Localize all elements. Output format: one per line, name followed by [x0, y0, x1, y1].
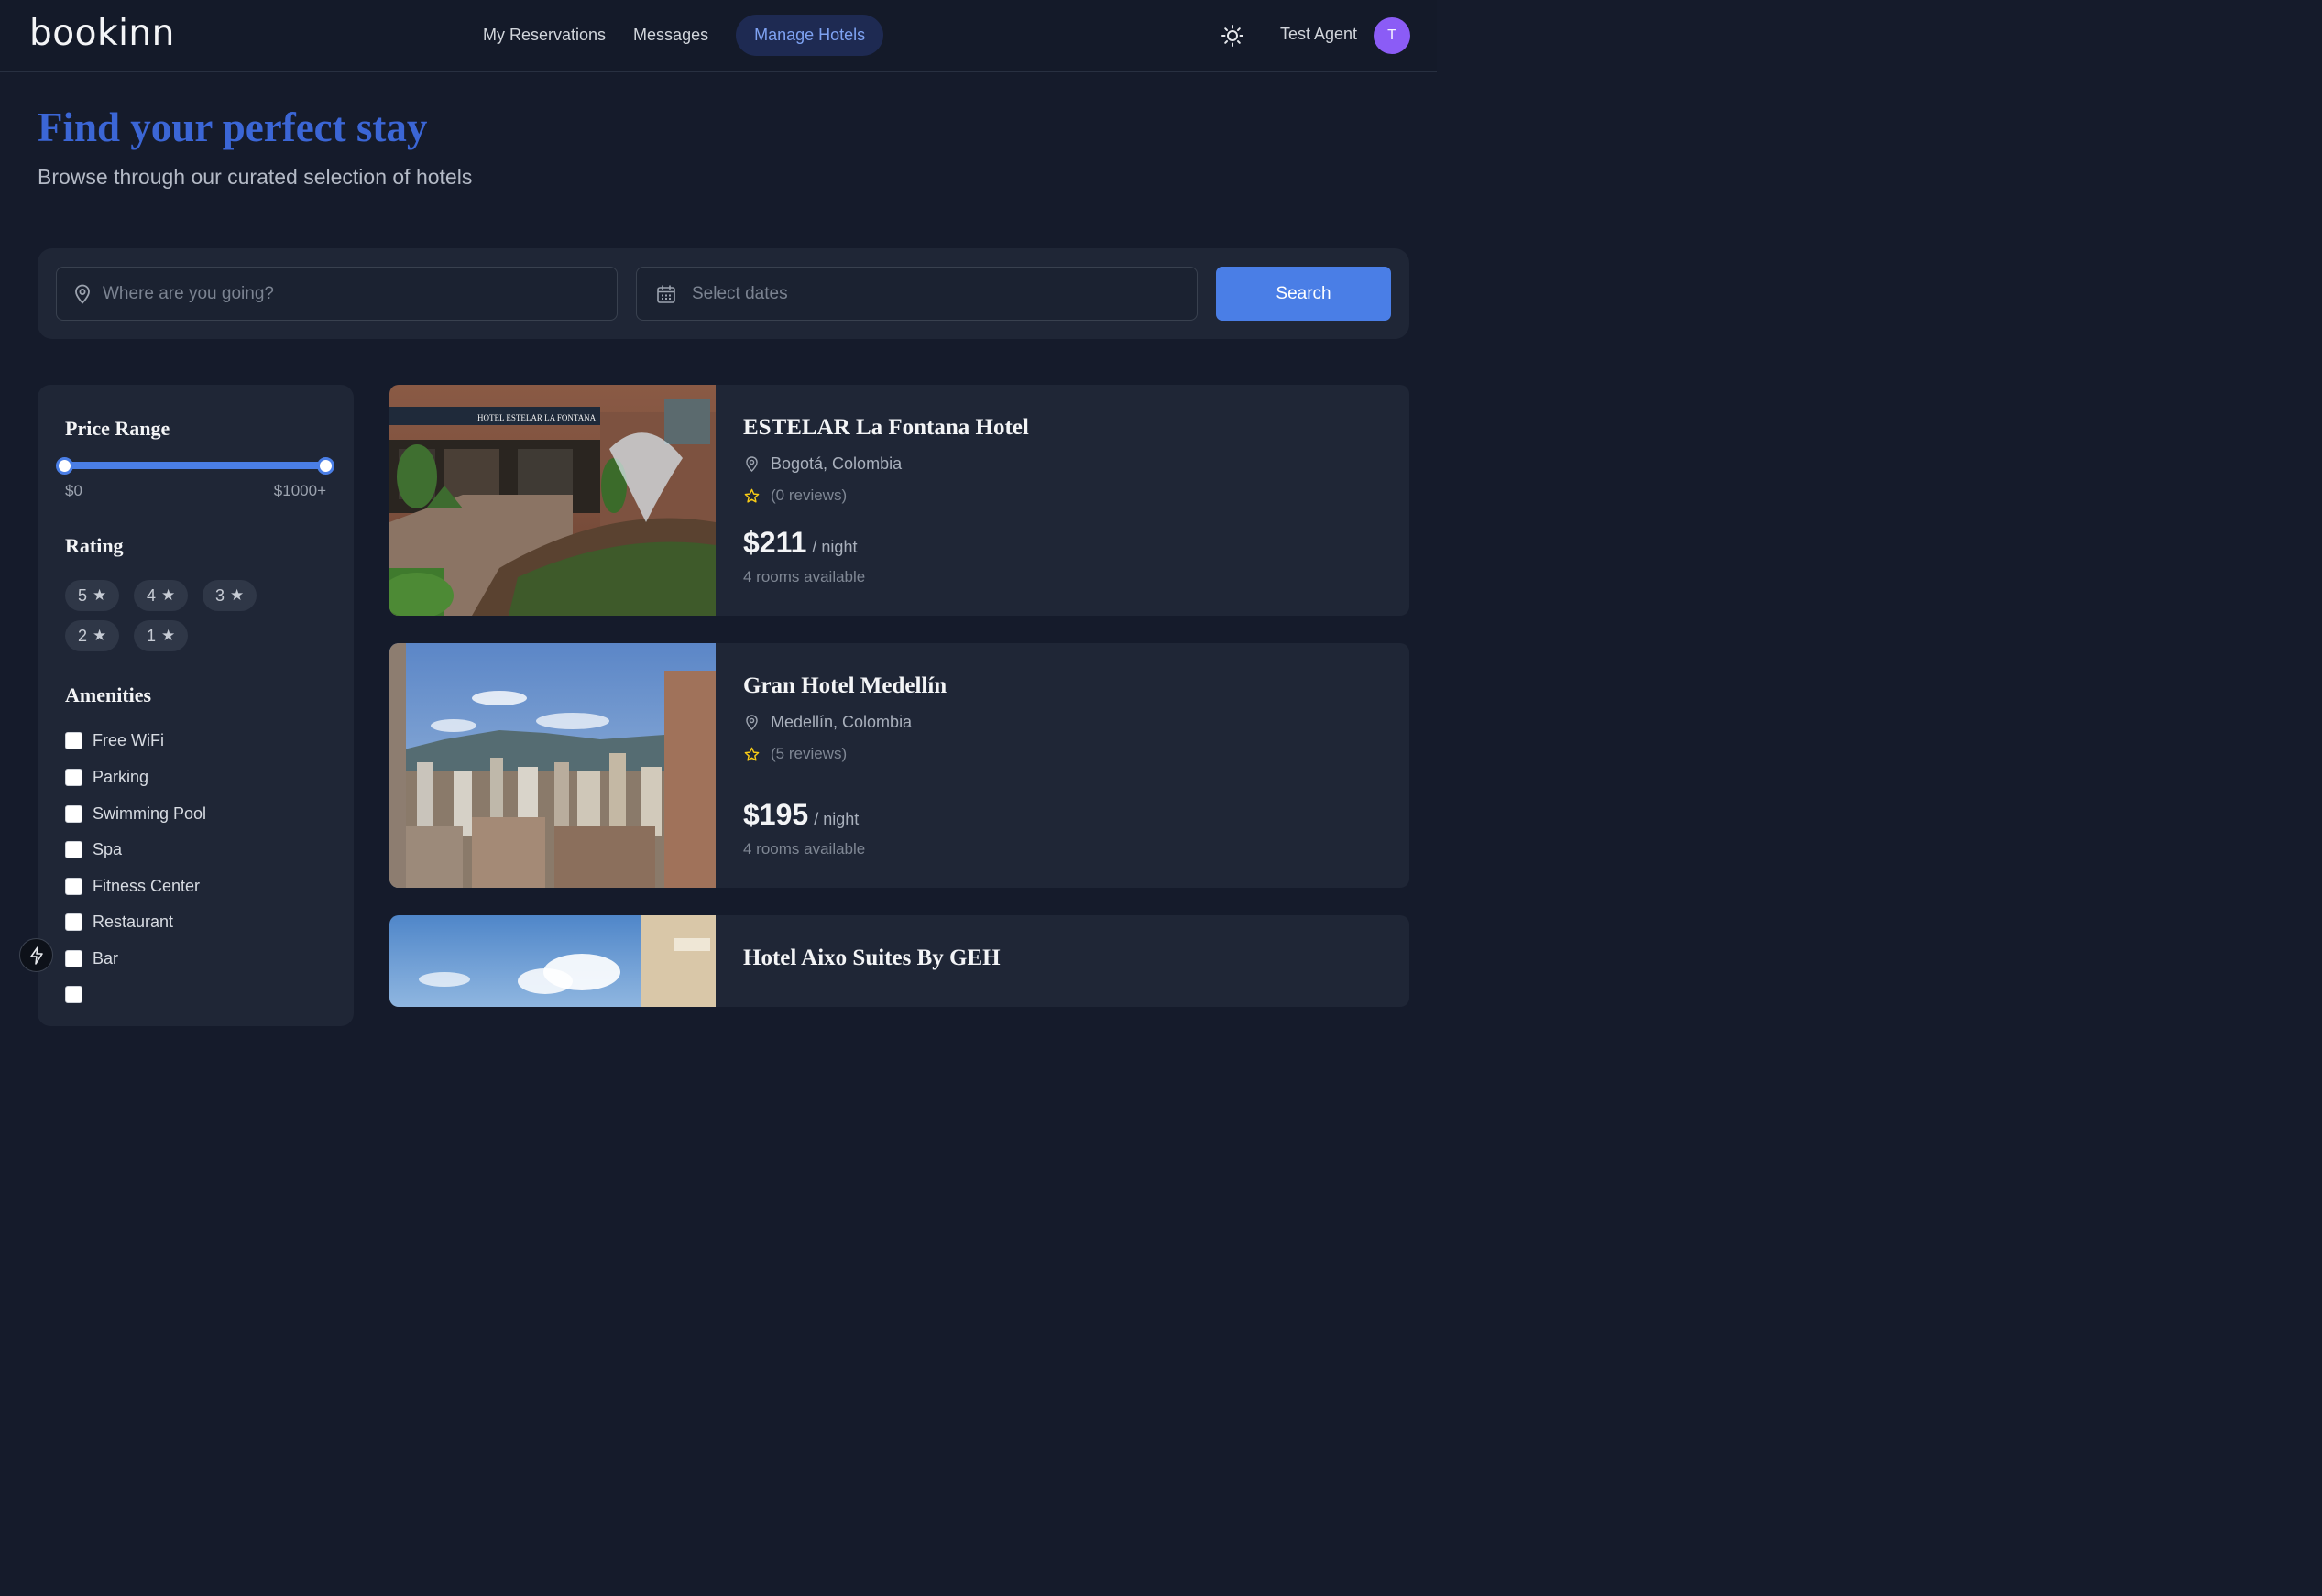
hotel-reviews: (0 reviews) — [743, 486, 847, 505]
checkbox[interactable] — [65, 768, 82, 786]
rating-chip-2[interactable]: 2 ★ — [65, 620, 120, 651]
price-range-heading: Price Range — [65, 417, 170, 440]
hotel-sign-text: HOTEL ESTELAR LA FONTANA — [477, 413, 597, 422]
amenity-fitness-center[interactable]: Fitness Center — [65, 876, 200, 896]
amenity-spa[interactable]: Spa — [65, 839, 122, 859]
hotel-photo[interactable] — [389, 643, 716, 888]
search-button[interactable]: Search — [1216, 267, 1391, 321]
price-min-label: $0 — [65, 482, 82, 499]
main-nav: My Reservations Messages Manage Hotels — [469, 15, 884, 56]
hotel-price: $195 / night — [743, 798, 859, 832]
user-name[interactable]: Test Agent — [1280, 25, 1357, 44]
star-icon: ★ — [93, 586, 107, 604]
rating-chip-5[interactable]: 5 ★ — [65, 580, 120, 611]
hotel-name[interactable]: Gran Hotel Medellín — [743, 673, 947, 699]
rating-chip-label: 2 — [78, 627, 88, 645]
nav-manage-hotels[interactable]: Manage Hotels — [736, 15, 884, 56]
location-pin-icon — [746, 456, 758, 473]
amenity-more[interactable] — [65, 984, 82, 1004]
rating-chip-label: 4 — [147, 586, 157, 605]
rating-chip-label: 1 — [147, 627, 157, 645]
filter-sidebar: Price Range $0 $1000+ Rating 5 ★ 4 ★ 3 ★ 2 ★… — [38, 385, 354, 1026]
hotel-photo[interactable]: HOTEL ESTELAR LA FONTANA — [389, 385, 716, 616]
price-range-track[interactable] — [65, 462, 326, 469]
hotel-location: Bogotá, Colombia — [743, 454, 902, 474]
hotel-card[interactable]: Gran Hotel Medellín Medellín, Colombia (… — [389, 643, 1409, 888]
nav-my-reservations[interactable]: My Reservations — [469, 15, 619, 56]
hotel-rooms-available: 4 rooms available — [743, 840, 866, 858]
amenity-label: Free WiFi — [93, 730, 164, 749]
amenity-label: Parking — [93, 767, 149, 786]
hotel-location-text: Medellín, Colombia — [771, 713, 913, 731]
checkbox[interactable] — [65, 913, 82, 931]
hotel-location: Medellín, Colombia — [743, 713, 912, 732]
page-subtitle: Browse through our curated selection of … — [38, 165, 473, 189]
star-icon: ★ — [93, 627, 107, 644]
hotel-reviews-text: (0 reviews) — [771, 486, 848, 504]
rating-chip-4[interactable]: 4 ★ — [134, 580, 189, 611]
amenity-label: Restaurant — [93, 912, 174, 931]
amenity-parking[interactable]: Parking — [65, 767, 148, 787]
hotel-rooms-available: 4 rooms available — [743, 568, 866, 585]
amenity-restaurant[interactable]: Restaurant — [65, 912, 173, 932]
destination-placeholder: Where are you going? — [103, 284, 274, 303]
hotel-reviews-text: (5 reviews) — [771, 745, 848, 762]
checkbox[interactable] — [65, 985, 82, 1003]
logo[interactable]: bookinn — [29, 13, 175, 54]
star-outline-icon — [744, 747, 760, 761]
rating-chip-1[interactable]: 1 ★ — [134, 620, 189, 651]
star-outline-icon — [744, 488, 760, 503]
avatar[interactable]: T — [1374, 17, 1410, 54]
checkbox[interactable] — [65, 731, 82, 749]
amenity-free-wifi[interactable]: Free WiFi — [65, 730, 164, 750]
hotel-price-unit: / night — [814, 810, 860, 828]
hotel-price-unit: / night — [812, 538, 858, 556]
hotel-name[interactable]: Hotel Aixo Suites By GEH — [743, 946, 1001, 971]
sun-icon — [1221, 25, 1243, 47]
hotel-card[interactable]: Hotel Aixo Suites By GEH — [389, 915, 1409, 1007]
location-pin-icon — [75, 284, 90, 304]
checkbox[interactable] — [65, 949, 82, 967]
checkbox[interactable] — [65, 804, 82, 823]
hotel-price-amount: $195 — [743, 798, 809, 831]
top-navigation-bar: bookinn My Reservations Messages Manage … — [0, 0, 1437, 72]
lightning-icon — [30, 946, 43, 965]
calendar-icon — [657, 285, 675, 303]
price-max-handle[interactable] — [317, 457, 334, 475]
star-icon: ★ — [161, 627, 176, 644]
location-pin-icon — [746, 715, 758, 731]
hotel-card[interactable]: HOTEL ESTELAR LA FONTANA ESTELAR La Font… — [389, 385, 1409, 616]
amenity-label: Swimming Pool — [93, 803, 207, 823]
hotel-reviews: (5 reviews) — [743, 745, 847, 763]
hotel-location-text: Bogotá, Colombia — [771, 454, 903, 473]
amenity-label: Bar — [93, 948, 119, 967]
amenity-label: Spa — [93, 839, 123, 858]
dates-input[interactable]: Select dates — [636, 267, 1198, 321]
rating-heading: Rating — [65, 534, 124, 557]
star-icon: ★ — [230, 586, 245, 604]
amenity-swimming-pool[interactable]: Swimming Pool — [65, 803, 206, 824]
page-title: Find your perfect stay — [38, 104, 428, 150]
bolt-fab-button[interactable] — [19, 938, 53, 972]
checkbox[interactable] — [65, 877, 82, 895]
amenity-label: Fitness Center — [93, 876, 201, 895]
search-bar: Where are you going? Select dates Search — [38, 248, 1409, 339]
hotel-photo[interactable] — [389, 915, 716, 1007]
hotel-name[interactable]: ESTELAR La Fontana Hotel — [743, 415, 1029, 441]
price-max-label: $1000+ — [273, 482, 326, 499]
rating-chip-label: 3 — [215, 586, 225, 605]
dates-placeholder: Select dates — [692, 284, 788, 303]
hotel-price: $211 / night — [743, 526, 857, 560]
destination-input[interactable]: Where are you going? — [56, 267, 618, 321]
rating-chip-label: 5 — [78, 586, 88, 605]
amenity-bar[interactable]: Bar — [65, 948, 118, 968]
price-min-handle[interactable] — [56, 457, 73, 475]
theme-toggle-button[interactable] — [1220, 23, 1245, 49]
checkbox[interactable] — [65, 840, 82, 858]
star-icon: ★ — [161, 586, 176, 604]
amenities-heading: Amenities — [65, 683, 152, 706]
nav-messages[interactable]: Messages — [619, 15, 722, 56]
rating-chip-3[interactable]: 3 ★ — [203, 580, 257, 611]
hotel-price-amount: $211 — [743, 526, 807, 559]
